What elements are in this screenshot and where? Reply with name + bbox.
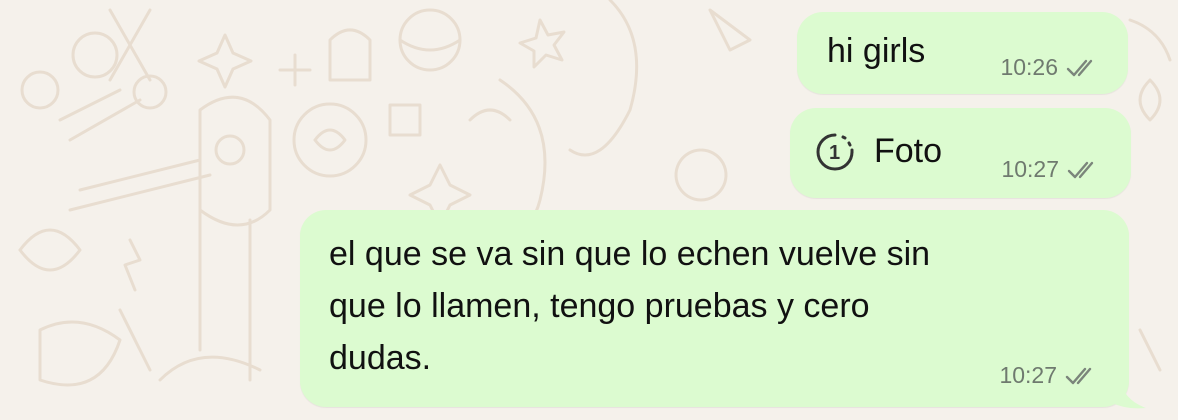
- message-line: el que se va sin que lo echen vuelve sin: [329, 235, 931, 273]
- read-double-check-icon: [1065, 367, 1092, 384]
- message-time: 10:27: [1001, 156, 1059, 182]
- read-double-check-icon: [1066, 59, 1093, 76]
- message-meta: 10:27: [999, 362, 1099, 389]
- message-bubble-view-once-photo[interactable]: 1 Foto 10:27: [790, 108, 1131, 198]
- message-line: dudas.: [329, 339, 432, 377]
- read-double-check-icon: [1067, 161, 1094, 178]
- message-bubble-outgoing[interactable]: el que se va sin que lo echen vuelve sin…: [300, 210, 1129, 407]
- message-time: 10:26: [1000, 54, 1058, 80]
- view-once-icon: 1: [816, 133, 854, 171]
- message-text: el que se va sin que lo echen vuelve sin…: [329, 228, 930, 384]
- media-label: Foto: [874, 132, 943, 170]
- message-time: 10:27: [999, 362, 1057, 388]
- message-text: hi girls: [827, 32, 926, 70]
- message-meta: 10:27: [1001, 156, 1101, 183]
- message-bubble-outgoing[interactable]: hi girls 10:26: [797, 12, 1128, 94]
- svg-text:1: 1: [829, 142, 840, 164]
- bubble-tail: [1110, 380, 1146, 409]
- message-line: que lo llamen, tengo pruebas y cero: [329, 287, 870, 325]
- message-meta: 10:26: [1000, 54, 1100, 81]
